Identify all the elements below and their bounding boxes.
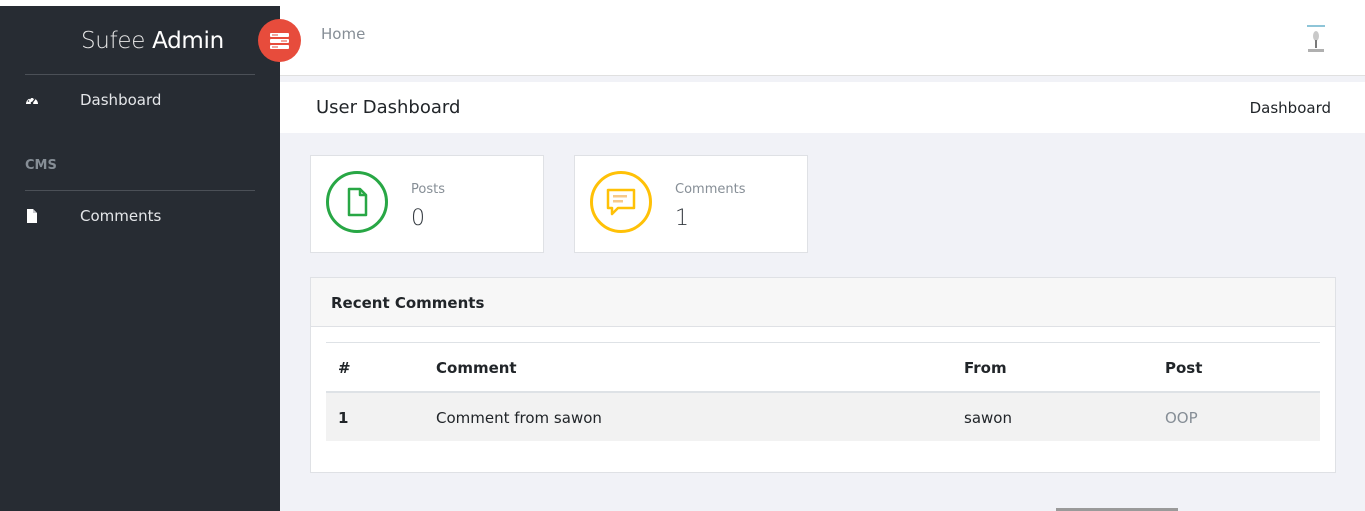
card-title: Recent Comments bbox=[331, 294, 485, 312]
menu-section-title: CMS bbox=[25, 158, 57, 173]
brand-light-text: Sufee bbox=[81, 28, 146, 54]
sidebar-item-label: Dashboard bbox=[80, 91, 162, 109]
stat-value: 0 bbox=[411, 206, 425, 231]
column-header: Post bbox=[1165, 359, 1203, 377]
comments-table: # Comment From Post 1 Comment from sawon… bbox=[326, 342, 1320, 441]
card-header: Recent Comments bbox=[311, 278, 1335, 327]
comment-icon bbox=[606, 188, 636, 216]
comments-icon-circle bbox=[590, 171, 652, 233]
sidebar-divider bbox=[25, 74, 255, 75]
stat-card-posts: Posts 0 bbox=[310, 155, 544, 253]
stat-card-comments: Comments 1 bbox=[574, 155, 808, 253]
document-icon bbox=[347, 187, 368, 217]
column-header: # bbox=[338, 359, 351, 377]
sidebar-item-label: Comments bbox=[80, 207, 162, 225]
stat-value: 1 bbox=[675, 206, 689, 231]
dashboard-icon bbox=[26, 97, 38, 105]
comment-post-link[interactable]: OOP bbox=[1165, 409, 1198, 427]
sidebar-item-dashboard[interactable]: Dashboard bbox=[0, 85, 280, 115]
column-header: Comment bbox=[436, 359, 517, 377]
stat-label: Posts bbox=[411, 182, 445, 197]
table-row[interactable]: 1 Comment from sawon sawon OOP bbox=[326, 393, 1320, 441]
file-icon bbox=[27, 209, 37, 223]
row-number: 1 bbox=[338, 409, 349, 427]
menu-toggle-button[interactable] bbox=[258, 19, 301, 62]
recent-comments-card: Recent Comments # Comment From Post 1 Co… bbox=[310, 277, 1336, 473]
sidebar: Sufee Admin Dashboard CMS Comments bbox=[0, 6, 280, 511]
stat-label: Comments bbox=[675, 182, 746, 197]
comment-from: sawon bbox=[964, 409, 1012, 427]
sidebar-divider bbox=[25, 190, 255, 191]
avatar-icon bbox=[1302, 22, 1330, 56]
comment-text: Comment from sawon bbox=[436, 409, 602, 427]
posts-icon-circle bbox=[326, 171, 388, 233]
brand-bold-text: Admin bbox=[152, 28, 224, 54]
table-header-row: # Comment From Post bbox=[326, 343, 1320, 393]
top-header: Home bbox=[280, 6, 1365, 76]
breadcrumb-bar: User Dashboard Dashboard bbox=[280, 82, 1365, 133]
breadcrumb-dashboard[interactable]: Dashboard bbox=[1250, 99, 1331, 117]
brand-logo[interactable]: Sufee Admin bbox=[81, 28, 224, 54]
home-link[interactable]: Home bbox=[321, 25, 365, 43]
page-title: User Dashboard bbox=[316, 97, 461, 118]
sidebar-item-comments[interactable]: Comments bbox=[0, 201, 280, 231]
menu-toggle-icon bbox=[270, 33, 289, 49]
user-avatar[interactable] bbox=[1302, 22, 1330, 56]
column-header: From bbox=[964, 359, 1007, 377]
